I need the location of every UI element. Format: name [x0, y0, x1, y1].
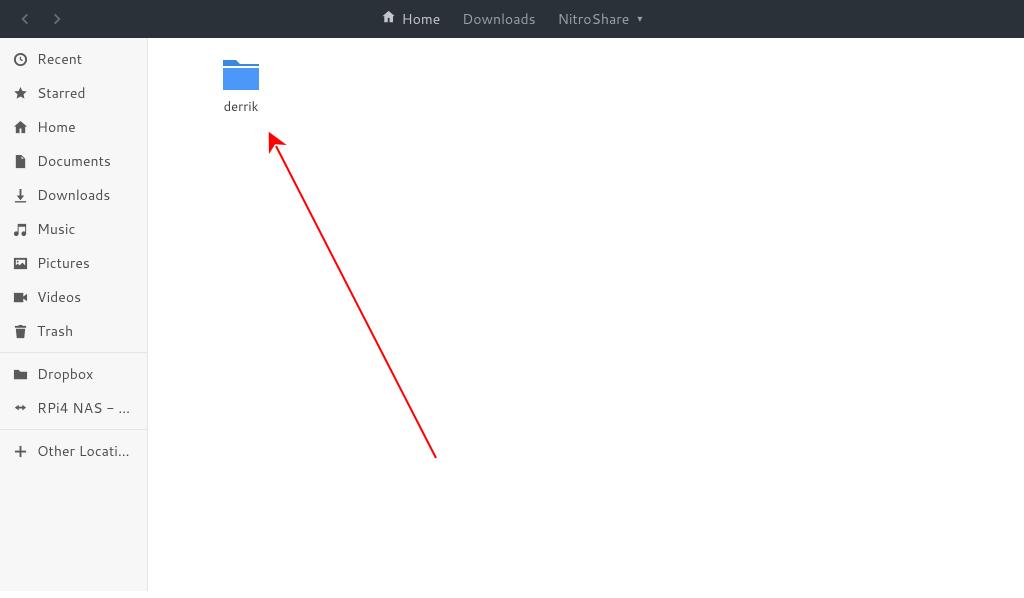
breadcrumb: Home Downloads NitroShare ▾: [380, 5, 645, 33]
sidebar-item-videos[interactable]: Videos: [0, 280, 147, 314]
forward-button[interactable]: [48, 10, 66, 28]
sidebar-item-dropbox[interactable]: Dropbox: [0, 357, 147, 391]
sidebar-item-pictures[interactable]: Pictures: [0, 246, 147, 280]
nav-buttons: [16, 10, 66, 28]
network-icon: [12, 400, 28, 416]
sidebar-item-label: Videos: [37, 287, 81, 307]
clock-icon: [12, 51, 28, 67]
home-icon: [382, 9, 396, 29]
home-icon: [12, 119, 28, 135]
sidebar-item-label: Recent: [37, 49, 82, 69]
breadcrumb-item-downloads[interactable]: Downloads: [460, 5, 537, 33]
pictures-icon: [12, 255, 28, 271]
sidebar-item-label: Other Locations: [37, 441, 135, 461]
sidebar-item-label: Starred: [37, 83, 86, 103]
breadcrumb-label: NitroShare: [558, 9, 630, 29]
folder-item-derrik[interactable]: derrik: [196, 52, 286, 122]
download-icon: [12, 187, 28, 203]
star-icon: [12, 85, 28, 101]
video-icon: [12, 289, 28, 305]
sidebar-item-label: Pictures: [37, 253, 90, 273]
sidebar-item-other-locations[interactable]: Other Locations: [0, 434, 147, 468]
sidebar-item-downloads[interactable]: Downloads: [0, 178, 147, 212]
folder-label: derrik: [224, 98, 259, 116]
breadcrumb-label: Downloads: [462, 9, 535, 29]
sidebar-item-music[interactable]: Music: [0, 212, 147, 246]
sidebar-item-starred[interactable]: Starred: [0, 76, 147, 110]
folder-icon: [221, 58, 261, 92]
sidebar-item-label: Home: [37, 117, 76, 137]
document-icon: [12, 153, 28, 169]
folder-icon: [12, 366, 28, 382]
sidebar-item-label: Music: [37, 219, 75, 239]
sidebar: Recent Starred Home Documents: [0, 38, 148, 591]
plus-icon: [12, 443, 28, 459]
sidebar-item-home[interactable]: Home: [0, 110, 147, 144]
back-button[interactable]: [16, 10, 34, 28]
sidebar-item-network-nas[interactable]: RPi4 NAS - Me…: [0, 391, 147, 425]
trash-icon: [12, 323, 28, 339]
breadcrumb-home-label: Home: [402, 9, 441, 29]
music-icon: [12, 221, 28, 237]
breadcrumb-item-nitroshare[interactable]: NitroShare ▾: [556, 5, 645, 33]
sidebar-item-recent[interactable]: Recent: [0, 42, 147, 76]
sidebar-section-bookmarks: Dropbox RPi4 NAS - Me…: [0, 352, 147, 429]
sidebar-item-label: RPi4 NAS - Me…: [37, 398, 135, 418]
breadcrumb-home[interactable]: Home: [380, 5, 443, 33]
sidebar-item-label: Dropbox: [37, 364, 93, 384]
sidebar-section-places: Recent Starred Home Documents: [0, 38, 147, 352]
top-bar: Home Downloads NitroShare ▾: [0, 0, 1024, 38]
content-area[interactable]: derrik: [148, 38, 1024, 591]
sidebar-item-label: Documents: [37, 151, 111, 171]
annotation-arrow: [148, 38, 1024, 598]
sidebar-section-other: Other Locations: [0, 429, 147, 472]
dropdown-caret-icon: ▾: [637, 12, 642, 26]
sidebar-item-label: Downloads: [37, 185, 110, 205]
sidebar-item-trash[interactable]: Trash: [0, 314, 147, 348]
sidebar-item-label: Trash: [37, 321, 73, 341]
sidebar-item-documents[interactable]: Documents: [0, 144, 147, 178]
